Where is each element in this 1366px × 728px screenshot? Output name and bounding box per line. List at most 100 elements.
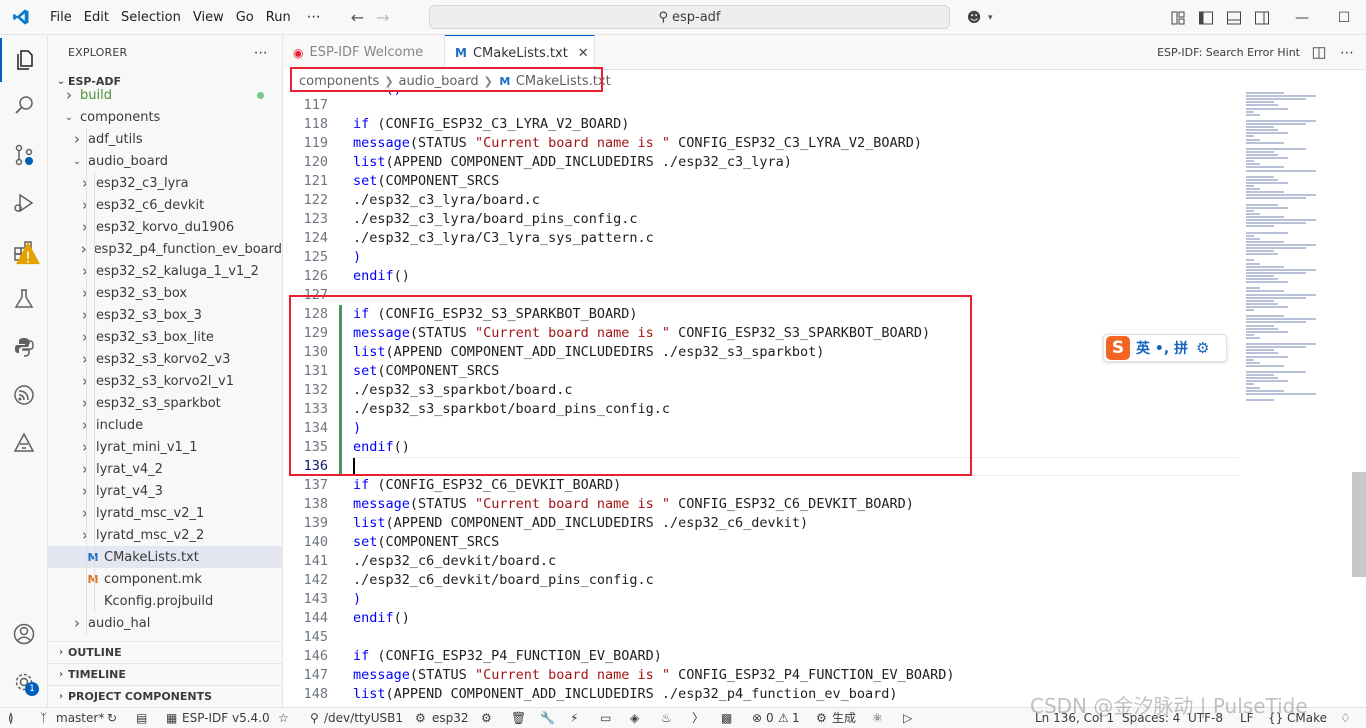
- close-tab-icon[interactable]: ✕: [578, 46, 589, 61]
- search-error-hint-button[interactable]: ESP-IDF: Search Error Hint: [1157, 46, 1300, 59]
- tree-item[interactable]: › esp32_s3_korvo2_v3: [48, 348, 282, 370]
- tab-cmakelists[interactable]: M CMakeLists.txt ✕: [445, 35, 595, 70]
- tree-item[interactable]: › esp32_c3_lyra: [48, 172, 282, 194]
- breadcrumb-item[interactable]: audio_board: [399, 74, 479, 89]
- menu-run[interactable]: Run: [260, 0, 297, 35]
- split-editor-icon[interactable]: [1312, 46, 1326, 60]
- explorer-activity-icon[interactable]: [0, 38, 48, 82]
- menu-file[interactable]: File: [44, 0, 78, 35]
- ime-settings-gear-icon[interactable]: ⚙: [1196, 339, 1209, 357]
- tree-item[interactable]: ⌄ components: [48, 106, 282, 128]
- workspace-folder-icon[interactable]: ▤: [136, 708, 147, 728]
- problems-warnings[interactable]: 1: [792, 708, 800, 728]
- command-center-search[interactable]: ⚲ esp-adf: [429, 5, 950, 29]
- remote-icon[interactable]: ≬: [8, 708, 14, 728]
- tree-item[interactable]: › esp32_korvo_du1906: [48, 216, 282, 238]
- notifications-bell-icon[interactable]: ♢: [1340, 708, 1351, 728]
- monitor-icon[interactable]: ▭: [600, 708, 611, 728]
- maximize-icon[interactable]: ☐: [1336, 10, 1352, 26]
- target-chip[interactable]: esp32: [432, 708, 469, 728]
- full-clean-trash-icon[interactable]: 🗑: [511, 708, 526, 728]
- code-editor[interactable]: () 117 118 if (CONFIG_ESP32_C3_LYRA_V2_BOA…: [283, 92, 1366, 707]
- extensions-activity-icon[interactable]: !: [0, 229, 48, 273]
- tree-item[interactable]: › adf_utils: [48, 128, 282, 150]
- branch-name[interactable]: master*: [56, 708, 104, 728]
- python-activity-icon[interactable]: [0, 325, 48, 369]
- tree-item[interactable]: › esp32_s2_kaluga_1_v1_2: [48, 260, 282, 282]
- source-control-activity-icon[interactable]: [0, 133, 48, 177]
- tree-item[interactable]: › lyrat_mini_v1_1: [48, 436, 282, 458]
- timeline-section[interactable]: › TIMELINE: [48, 663, 282, 685]
- espressif-icon: ◉: [293, 45, 304, 60]
- tree-item[interactable]: › esp32_s3_sparkbot: [48, 392, 282, 414]
- accounts-activity-icon[interactable]: [0, 612, 48, 656]
- menu-go[interactable]: Go: [230, 0, 260, 35]
- run-debug-activity-icon[interactable]: [0, 181, 48, 225]
- back-arrow-icon[interactable]: ←: [351, 8, 364, 27]
- debug-icon[interactable]: ◈: [630, 708, 639, 728]
- tree-item[interactable]: › esp32_p4_function_ev_board: [48, 238, 282, 260]
- tree-item[interactable]: › esp32_s3_box: [48, 282, 282, 304]
- tree-item[interactable]: › audio_hal: [48, 612, 282, 634]
- search-activity-icon[interactable]: [0, 83, 48, 127]
- tree-item[interactable]: › esp32_c6_devkit: [48, 194, 282, 216]
- tree-item[interactable]: › esp32_s3_box_3: [48, 304, 282, 326]
- espressif-activity-icon[interactable]: [0, 373, 48, 417]
- forward-arrow-icon[interactable]: →: [376, 8, 389, 27]
- minimap[interactable]: [1240, 92, 1350, 422]
- minimize-icon[interactable]: —: [1294, 10, 1310, 26]
- sync-icon[interactable]: ↻: [107, 708, 117, 728]
- idf-activity-icon[interactable]: [0, 421, 48, 465]
- star-icon[interactable]: ☆: [278, 708, 289, 728]
- breadcrumb-item[interactable]: components: [299, 74, 379, 89]
- tree-item[interactable]: Mcomponent.mk: [48, 568, 282, 590]
- sdkconfig-gear-icon[interactable]: ⚙: [481, 708, 492, 728]
- chevron-right-icon: ›: [82, 350, 88, 368]
- serial-port[interactable]: /dev/ttyUSB1: [324, 708, 403, 728]
- tree-item[interactable]: › build: [48, 84, 282, 106]
- project-components-section[interactable]: › PROJECT COMPONENTS: [48, 685, 282, 707]
- menu-edit[interactable]: Edit: [78, 0, 115, 35]
- tree-item[interactable]: › lyrat_v4_2: [48, 458, 282, 480]
- toggle-primary-sidebar-icon[interactable]: [1198, 10, 1214, 26]
- error-icon[interactable]: ⊗: [752, 708, 762, 728]
- ime-toolbar[interactable]: S 英 •, 拼 ⚙: [1103, 334, 1227, 362]
- warning-icon[interactable]: ⚠: [778, 708, 789, 728]
- tree-item[interactable]: › esp32_s3_box_lite: [48, 326, 282, 348]
- vertical-scrollbar-thumb[interactable]: [1352, 472, 1366, 577]
- copilot-icon[interactable]: ☻: [966, 10, 982, 26]
- explorer-more-icon[interactable]: ⋯: [254, 45, 268, 61]
- menu-view[interactable]: View: [187, 0, 230, 35]
- build-label[interactable]: 生成: [832, 708, 856, 728]
- manage-activity-icon[interactable]: 1: [0, 660, 48, 704]
- tree-item[interactable]: › include: [48, 414, 282, 436]
- line-number: 147: [303, 667, 328, 683]
- customize-layout-icon[interactable]: [1170, 10, 1186, 26]
- problems-errors[interactable]: 0: [766, 708, 774, 728]
- tree-item[interactable]: Kconfig.projbuild: [48, 590, 282, 612]
- tree-item[interactable]: M CMakeLists.txt: [48, 546, 282, 568]
- toggle-panel-icon[interactable]: [1226, 10, 1242, 26]
- tree-item[interactable]: ⌄ audio_board: [48, 150, 282, 172]
- toggle-secondary-sidebar-icon[interactable]: [1254, 10, 1270, 26]
- tree-item[interactable]: › lyratd_msc_v2_2: [48, 524, 282, 546]
- breadcrumb-item[interactable]: CMakeLists.txt: [516, 74, 611, 89]
- more-actions-icon[interactable]: ⋯: [1340, 45, 1354, 61]
- flash-icon[interactable]: ⚡: [570, 708, 578, 728]
- tab-esp-idf-welcome[interactable]: ◉ ESP-IDF Welcome: [283, 35, 445, 70]
- build-wrench-icon[interactable]: 🔧: [540, 708, 555, 728]
- terminal-icon[interactable]: 〉: [692, 708, 704, 728]
- bug-icon[interactable]: ⚛: [872, 708, 883, 728]
- menu-more-button[interactable]: ⋯: [297, 9, 331, 25]
- testing-activity-icon[interactable]: [0, 277, 48, 321]
- tree-item[interactable]: › lyrat_v4_3: [48, 480, 282, 502]
- tree-item[interactable]: › lyratd_msc_v2_1: [48, 502, 282, 524]
- idf-version[interactable]: ESP-IDF v5.4.0: [182, 708, 270, 728]
- build-flash-monitor-fire-icon[interactable]: ♨: [661, 708, 672, 728]
- tree-item[interactable]: › esp32_s3_korvo2l_v1: [48, 370, 282, 392]
- menu-selection[interactable]: Selection: [115, 0, 187, 35]
- outline-section[interactable]: › OUTLINE: [48, 641, 282, 663]
- chevron-down-icon[interactable]: ▾: [988, 13, 993, 23]
- custom-task-icon[interactable]: ▩: [721, 708, 732, 728]
- run-play-icon[interactable]: ▷: [903, 708, 912, 728]
